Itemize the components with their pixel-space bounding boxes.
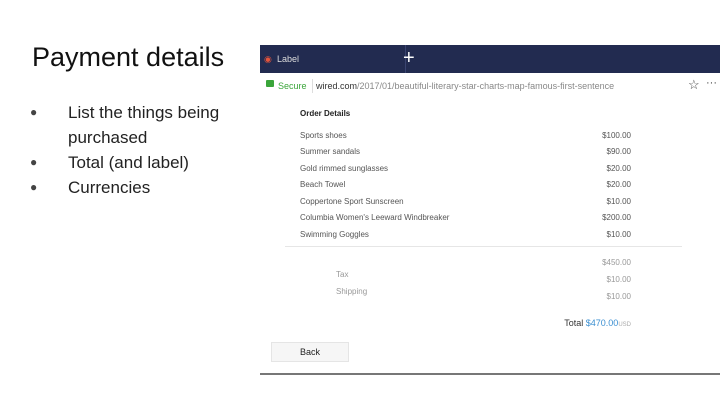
bullet-text: Total (and label) — [68, 153, 189, 172]
bullet-text: List the things being purchased — [68, 103, 220, 147]
shipping-label: Shipping — [336, 287, 368, 296]
currency-label: USD — [618, 322, 631, 328]
back-button[interactable]: Back — [271, 342, 349, 362]
item-price: $10.00 — [606, 230, 631, 239]
item-price: $90.00 — [606, 147, 631, 156]
divider — [312, 79, 313, 93]
order-total: Total $470.00USD — [564, 318, 631, 328]
total-value: $470.00 — [585, 318, 619, 328]
table-row: Beach Towel $20.00 — [300, 180, 631, 189]
table-row: Swimming Goggles $10.00 — [300, 230, 631, 239]
bullet-dot: ● — [30, 105, 38, 119]
table-row: Columbia Women's Leeward Windbreaker $200… — [300, 213, 631, 222]
bullet-dot: ● — [30, 180, 38, 194]
table-row: Gold rimmed sunglasses $20.00 — [300, 164, 631, 173]
table-row: Sports shoes $100.00 — [300, 131, 631, 140]
browser-tab[interactable]: ◉ Label — [260, 45, 406, 73]
slide-title: Payment details — [32, 42, 225, 72]
item-name: Columbia Women's Leeward Windbreaker — [300, 213, 450, 222]
address-bar[interactable]: Secure wired.com/2017/01/beautiful-liter… — [260, 73, 720, 100]
tab-label: Label — [277, 54, 300, 64]
bullet-text: Currencies — [68, 178, 151, 197]
more-menu-icon[interactable]: ··· — [706, 77, 717, 89]
shipping-value: $10.00 — [606, 292, 631, 301]
table-row: Summer sandals $90.00 — [300, 147, 631, 156]
item-name: Summer sandals — [300, 147, 361, 156]
secure-label: Secure — [278, 81, 307, 91]
item-name: Gold rimmed sunglasses — [300, 164, 389, 173]
new-tab-button[interactable]: + — [403, 47, 415, 70]
item-price: $20.00 — [606, 180, 631, 189]
item-name: Sports shoes — [300, 131, 347, 140]
item-name: Swimming Goggles — [300, 230, 369, 239]
tax-label: Tax — [336, 270, 349, 279]
lock-icon — [266, 80, 274, 87]
bullet-dot: ● — [30, 155, 38, 169]
item-price: $10.00 — [606, 197, 631, 206]
item-name: Beach Towel — [300, 180, 346, 189]
url-domain: wired.com — [316, 81, 358, 91]
item-price: $100.00 — [602, 131, 631, 140]
site-icon: ◉ — [264, 54, 272, 64]
total-label: Total — [564, 318, 584, 328]
item-name: Coppertone Sport Sunscreen — [300, 197, 404, 206]
item-price: $20.00 — [606, 164, 631, 173]
bookmark-star-icon[interactable]: ☆ — [688, 77, 700, 93]
item-price: $200.00 — [602, 213, 631, 222]
subtotal-value: $450.00 — [602, 258, 631, 267]
tax-value: $10.00 — [606, 275, 631, 284]
order-heading: Order Details — [300, 109, 351, 118]
divider — [285, 246, 682, 247]
browser-screenshot: ◉ Label + Secure wired.com/2017/01/beauti… — [260, 45, 720, 375]
tab-bar: ◉ Label + — [260, 45, 720, 73]
table-row: Coppertone Sport Sunscreen $10.00 — [300, 197, 631, 206]
url-text[interactable]: wired.com/2017/01/beautiful-literary-sta… — [316, 81, 614, 91]
url-path: /2017/01/beautiful-literary-star-charts-… — [357, 81, 615, 91]
